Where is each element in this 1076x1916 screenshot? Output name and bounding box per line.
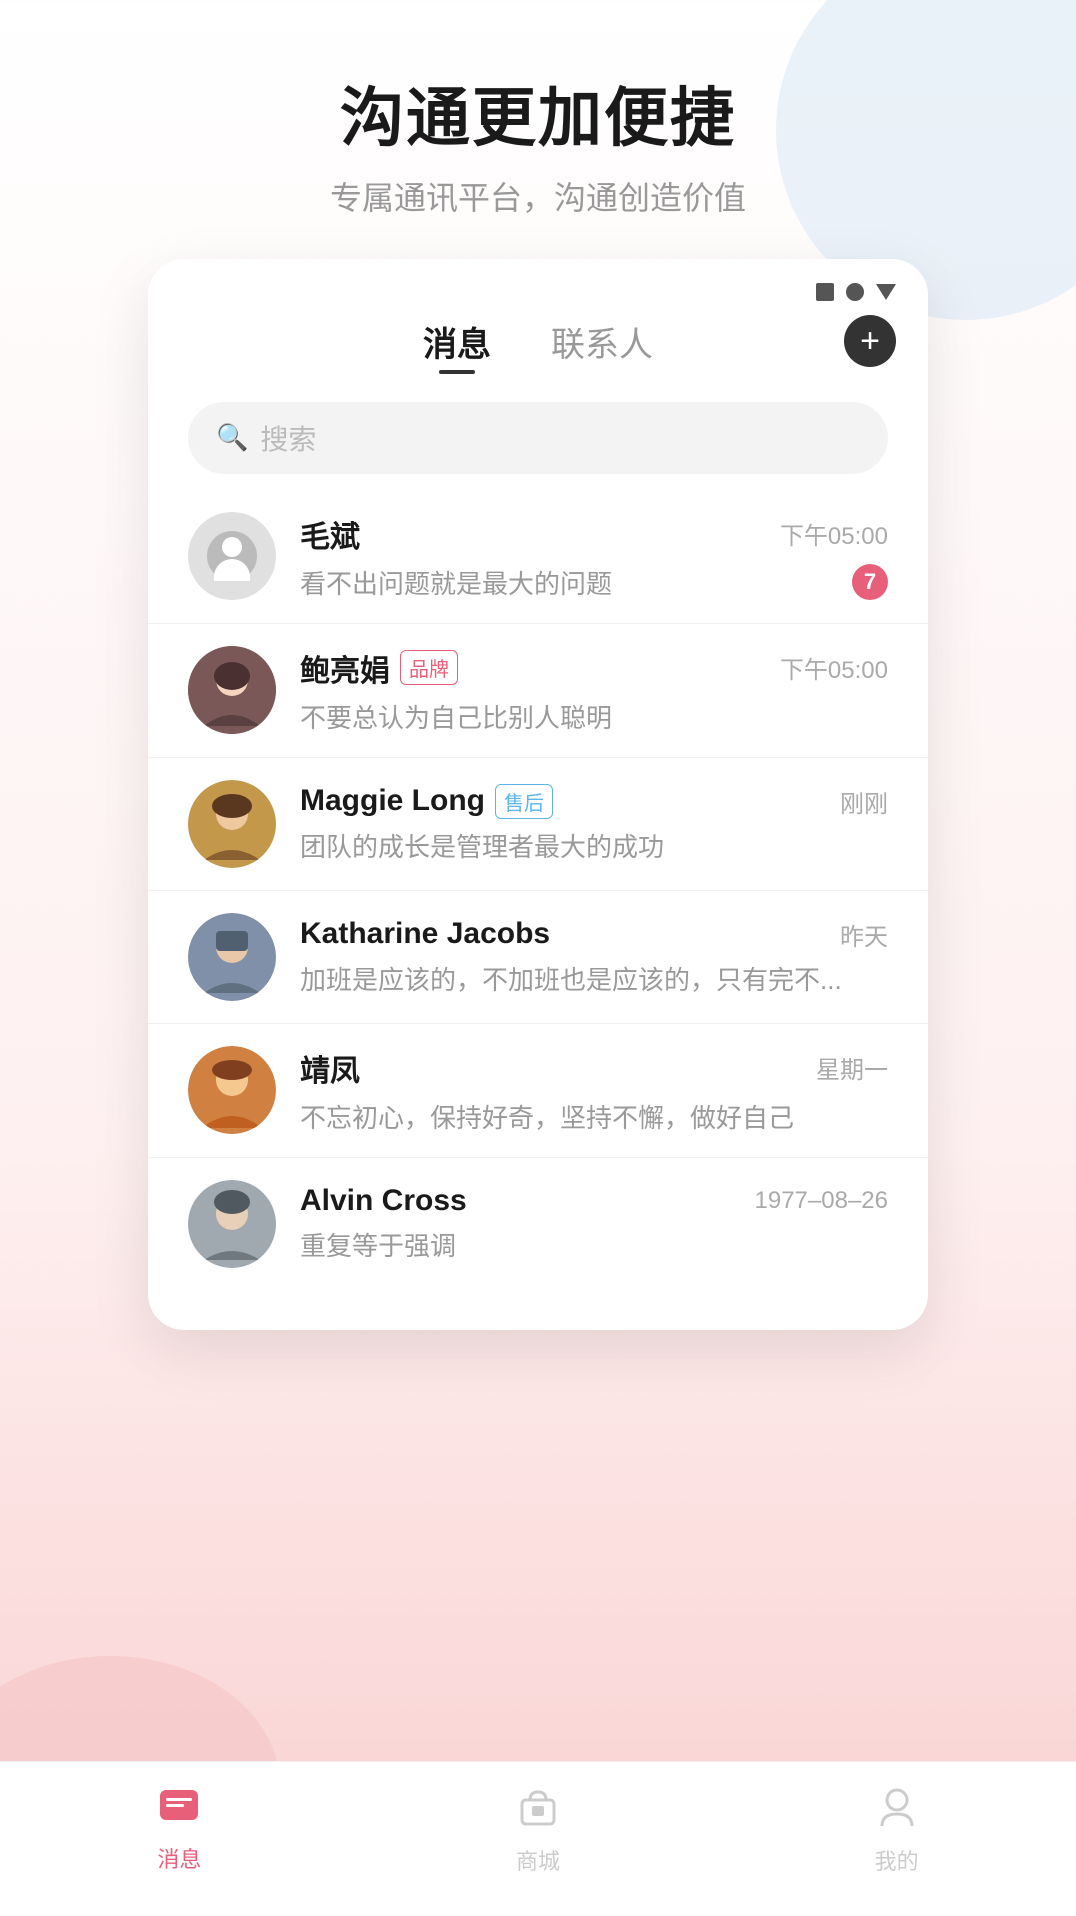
avatar [188, 1046, 276, 1134]
nav-label-profile: 我的 [875, 1844, 919, 1876]
tab-messages[interactable]: 消息 [423, 317, 491, 374]
message-info: 靖凤 星期一 不忘初心，保持好奇，坚持不懈，做好自己 [300, 1046, 888, 1135]
list-item[interactable]: Alvin Cross 1977–08–26 重复等于强调 [148, 1158, 928, 1290]
message-info: 毛斌 下午05:00 看不出问题就是最大的问题 [300, 512, 888, 601]
message-preview: 加班是应该的，不加班也是应该的，只有完不... [300, 960, 888, 997]
hero-section: 沟通更加便捷 专属通讯平台，沟通创造价值 [330, 0, 746, 219]
message-preview: 重复等于强调 [300, 1226, 888, 1263]
topbar-circle-icon [846, 283, 864, 301]
avatar [188, 646, 276, 734]
app-card: 消息 联系人 + 🔍 搜索 毛斌 下午05:00 [148, 259, 928, 1330]
message-time: 1977–08–26 [755, 1187, 888, 1215]
nav-label-messages: 消息 [157, 1842, 201, 1874]
avatar [188, 913, 276, 1001]
message-time: 昨天 [840, 917, 888, 952]
list-item[interactable]: Katharine Jacobs 昨天 加班是应该的，不加班也是应该的，只有完不… [148, 891, 928, 1024]
nav-item-messages[interactable]: 消息 [157, 1788, 201, 1874]
message-time: 下午05:00 [780, 516, 888, 551]
sender-name: Katharine Jacobs [300, 917, 550, 951]
add-icon: + [860, 324, 880, 358]
badge-pinpai: 品牌 [400, 650, 458, 685]
sender-name: 鲍亮娟 品牌 [300, 646, 458, 690]
message-preview: 不要总认为自己比别人聪明 [300, 698, 888, 735]
card-topbar [148, 259, 928, 309]
nav-item-profile[interactable]: 我的 [875, 1786, 919, 1876]
add-button[interactable]: + [844, 315, 896, 367]
message-time: 下午05:00 [780, 650, 888, 685]
shop-nav-icon [518, 1786, 558, 1838]
message-info: Katharine Jacobs 昨天 加班是应该的，不加班也是应该的，只有完不… [300, 917, 888, 997]
list-item[interactable]: 毛斌 下午05:00 看不出问题就是最大的问题 7 [148, 490, 928, 624]
messages-nav-icon [158, 1788, 200, 1836]
topbar-triangle-icon [876, 284, 896, 300]
badge-shouhou: 售后 [495, 784, 553, 819]
message-preview: 团队的成长是管理者最大的成功 [300, 827, 888, 864]
profile-nav-icon [878, 1786, 916, 1838]
search-icon: 🔍 [216, 422, 248, 453]
message-preview: 看不出问题就是最大的问题 [300, 564, 888, 601]
search-bar[interactable]: 🔍 搜索 [188, 402, 888, 474]
avatar [188, 780, 276, 868]
nav-label-shop: 商城 [516, 1844, 560, 1876]
sender-name: 毛斌 [300, 512, 360, 556]
topbar-square-icon [816, 283, 834, 301]
list-item[interactable]: 鲍亮娟 品牌 下午05:00 不要总认为自己比别人聪明 [148, 624, 928, 758]
message-info: Alvin Cross 1977–08–26 重复等于强调 [300, 1184, 888, 1263]
message-time: 刚刚 [840, 784, 888, 819]
message-info: Maggie Long 售后 刚刚 团队的成长是管理者最大的成功 [300, 784, 888, 864]
sender-name: 靖凤 [300, 1046, 360, 1090]
message-preview: 不忘初心，保持好奇，坚持不懈，做好自己 [300, 1098, 888, 1135]
tab-contacts[interactable]: 联系人 [551, 317, 653, 374]
nav-item-shop[interactable]: 商城 [516, 1786, 560, 1876]
message-info: 鲍亮娟 品牌 下午05:00 不要总认为自己比别人聪明 [300, 646, 888, 735]
sender-name: Maggie Long 售后 [300, 784, 553, 819]
avatar [188, 512, 276, 600]
list-item[interactable]: 靖凤 星期一 不忘初心，保持好奇，坚持不懈，做好自己 [148, 1024, 928, 1158]
bottom-nav: 消息 商城 我的 [0, 1761, 1076, 1916]
list-item[interactable]: Maggie Long 售后 刚刚 团队的成长是管理者最大的成功 [148, 758, 928, 891]
sender-name-alvin: Alvin Cross [300, 1184, 467, 1218]
avatar [188, 1180, 276, 1268]
hero-title: 沟通更加便捷 [330, 80, 746, 157]
hero-subtitle: 专属通讯平台，沟通创造价值 [330, 173, 746, 219]
message-list: 毛斌 下午05:00 看不出问题就是最大的问题 7 [148, 490, 928, 1290]
message-time: 星期一 [816, 1050, 888, 1085]
tabs-row: 消息 联系人 + [148, 309, 928, 374]
search-placeholder-text: 搜索 [260, 418, 316, 458]
